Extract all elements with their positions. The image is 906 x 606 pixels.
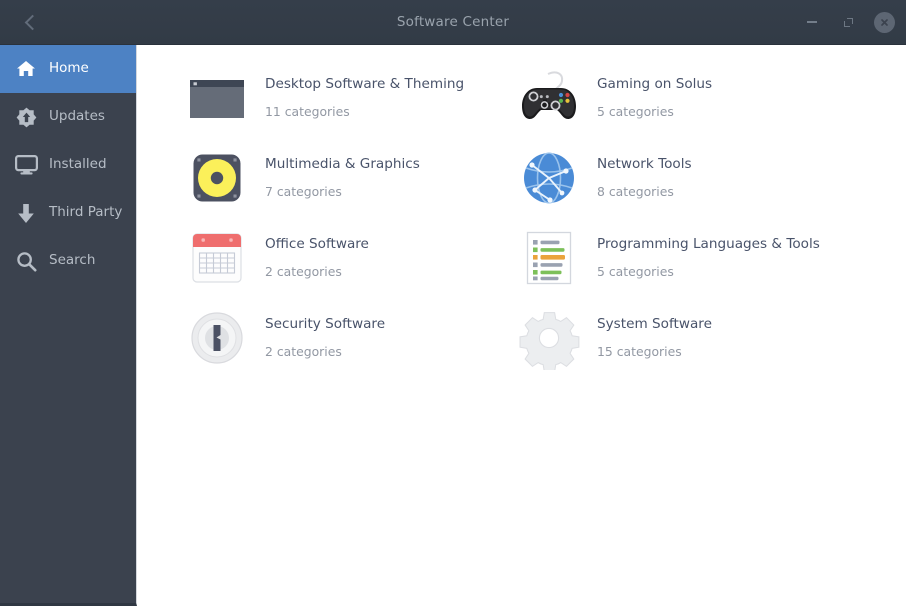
- updates-icon: [13, 105, 39, 129]
- category-card[interactable]: Network Tools 8 categories: [517, 138, 849, 218]
- titlebar: Software Center: [0, 0, 906, 45]
- sidebar-item-label: Home: [49, 62, 89, 76]
- category-card[interactable]: System Software 15 categories: [517, 298, 849, 378]
- window-title: Software Center: [0, 14, 906, 30]
- monitor-icon: [13, 153, 39, 177]
- chevron-left-icon: [25, 14, 41, 30]
- sidebar: Home Updates: [0, 45, 137, 606]
- category-subtitle: 2 categories: [265, 346, 385, 358]
- category-card[interactable]: Desktop Software & Theming 11 categories: [185, 58, 517, 138]
- sidebar-item-label: Installed: [49, 158, 107, 172]
- keyhole-lock-icon: [185, 306, 249, 370]
- download-icon: [13, 201, 39, 225]
- sidebar-item-home[interactable]: Home: [0, 45, 136, 93]
- category-subtitle: 2 categories: [265, 266, 369, 278]
- speaker-icon: [185, 146, 249, 210]
- category-title: Security Software: [265, 318, 385, 332]
- category-card[interactable]: Programming Languages & Tools 5 categori…: [517, 218, 849, 298]
- category-text: Multimedia & Graphics 7 categories: [265, 158, 420, 198]
- category-text: Programming Languages & Tools 5 categori…: [597, 238, 820, 278]
- category-card[interactable]: Office Software 2 categories: [185, 218, 517, 298]
- minimize-button[interactable]: [799, 9, 825, 35]
- back-button[interactable]: [14, 7, 48, 37]
- category-subtitle: 7 categories: [265, 186, 420, 198]
- category-title: Gaming on Solus: [597, 78, 712, 92]
- sidebar-item-installed[interactable]: Installed: [0, 141, 136, 189]
- software-center-window: Software Center: [0, 0, 906, 606]
- desktop-window-icon: [185, 66, 249, 130]
- category-title: Network Tools: [597, 158, 692, 172]
- category-text: Office Software 2 categories: [265, 238, 369, 278]
- category-card[interactable]: Multimedia & Graphics 7 categories: [185, 138, 517, 218]
- sidebar-item-updates[interactable]: Updates: [0, 93, 136, 141]
- search-icon: [13, 249, 39, 273]
- window-body: Home Updates: [0, 45, 906, 606]
- category-subtitle: 5 categories: [597, 106, 712, 118]
- gear-icon: [517, 306, 581, 370]
- category-card[interactable]: Gaming on Solus 5 categories: [517, 58, 849, 138]
- category-text: System Software 15 categories: [597, 318, 712, 358]
- category-text: Security Software 2 categories: [265, 318, 385, 358]
- sidebar-item-label: Third Party: [49, 206, 122, 220]
- category-subtitle: 5 categories: [597, 266, 820, 278]
- home-icon: [13, 57, 39, 81]
- category-title: Multimedia & Graphics: [265, 158, 420, 172]
- category-title: System Software: [597, 318, 712, 332]
- category-title: Programming Languages & Tools: [597, 238, 820, 252]
- category-grid: Desktop Software & Theming 11 categories: [137, 45, 906, 378]
- close-icon: [874, 12, 895, 33]
- content-area: Desktop Software & Theming 11 categories: [137, 45, 906, 606]
- close-button[interactable]: [871, 9, 897, 35]
- window-controls: [799, 0, 897, 44]
- maximize-button[interactable]: [835, 9, 861, 35]
- category-text: Gaming on Solus 5 categories: [597, 78, 712, 118]
- category-subtitle: 8 categories: [597, 186, 692, 198]
- code-editor-icon: [517, 226, 581, 290]
- category-text: Network Tools 8 categories: [597, 158, 692, 198]
- calendar-icon: [185, 226, 249, 290]
- category-title: Office Software: [265, 238, 369, 252]
- gamepad-icon: [517, 66, 581, 130]
- category-card[interactable]: Security Software 2 categories: [185, 298, 517, 378]
- minimize-icon: [807, 21, 817, 23]
- maximize-icon: [844, 18, 853, 27]
- globe-network-icon: [517, 146, 581, 210]
- sidebar-item-label: Search: [49, 254, 95, 268]
- category-subtitle: 11 categories: [265, 106, 464, 118]
- sidebar-item-search[interactable]: Search: [0, 237, 136, 285]
- sidebar-item-third-party[interactable]: Third Party: [0, 189, 136, 237]
- category-subtitle: 15 categories: [597, 346, 712, 358]
- category-text: Desktop Software & Theming 11 categories: [265, 78, 464, 118]
- sidebar-item-label: Updates: [49, 110, 105, 124]
- category-title: Desktop Software & Theming: [265, 78, 464, 92]
